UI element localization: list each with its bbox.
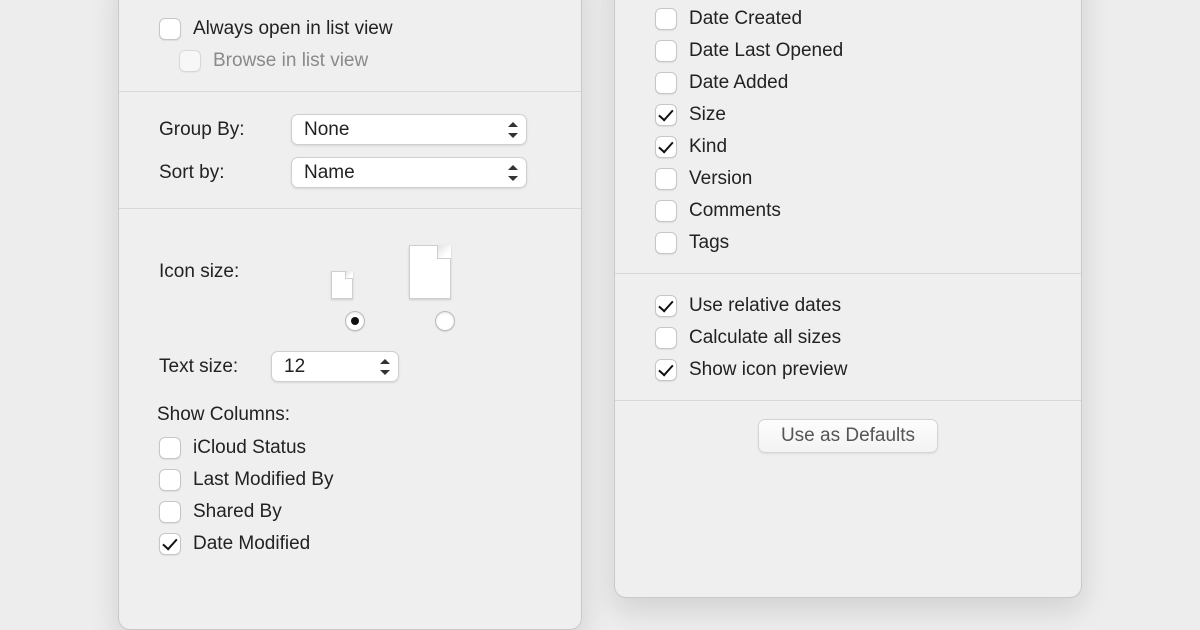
option-row-use-relative-dates: Use relative dates	[615, 290, 1081, 322]
document-icon	[409, 245, 451, 299]
group-by-label: Group By:	[159, 119, 275, 141]
column-label-version: Version	[689, 168, 752, 190]
column-checkbox-date-modified[interactable]	[159, 533, 181, 555]
browse-in-list-view-label: Browse in list view	[213, 50, 368, 72]
column-row-shared-by: Shared By	[119, 496, 581, 528]
text-size-row: Text size: 12	[119, 339, 581, 388]
icon-size-large-radio[interactable]	[435, 311, 455, 331]
view-options-panel-right: Date Created Date Last Opened Date Added Si…	[614, 0, 1082, 598]
option-label-use-relative-dates: Use relative dates	[689, 295, 841, 317]
column-label-tags: Tags	[689, 232, 729, 254]
sorting-section: Group By: None Sort by: Name	[119, 91, 581, 208]
column-label-shared-by: Shared By	[193, 501, 282, 523]
view-options-panel-left: Always open in list view Browse in list …	[118, 0, 582, 630]
column-checkbox-size[interactable]	[655, 104, 677, 126]
column-row-date-created: Date Created	[615, 3, 1081, 35]
text-size-label: Text size:	[159, 356, 255, 378]
column-checkbox-comments[interactable]	[655, 200, 677, 222]
column-checkbox-icloud-status[interactable]	[159, 437, 181, 459]
sort-by-row: Sort by: Name	[119, 151, 581, 194]
icon-size-row: Icon size:	[119, 225, 581, 299]
appearance-section: Icon size: Text size: 12 Show Columns: i…	[119, 208, 581, 574]
column-checkbox-shared-by[interactable]	[159, 501, 181, 523]
group-by-row: Group By: None	[119, 108, 581, 151]
browse-in-list-view-checkbox	[179, 50, 201, 72]
open-mode-section: Always open in list view Browse in list …	[119, 0, 581, 91]
group-by-value: None	[304, 119, 349, 141]
icon-size-label: Icon size:	[159, 261, 275, 283]
always-open-in-list-view-checkbox[interactable]	[159, 18, 181, 40]
option-checkbox-use-relative-dates[interactable]	[655, 295, 677, 317]
chevron-updown-icon	[508, 165, 518, 181]
column-row-size: Size	[615, 99, 1081, 131]
column-label-comments: Comments	[689, 200, 781, 222]
misc-options-section: Use relative dates Calculate all sizes Sho…	[615, 273, 1081, 400]
column-row-tags: Tags	[615, 227, 1081, 259]
option-row-calculate-all-sizes: Calculate all sizes	[615, 322, 1081, 354]
text-size-select[interactable]: 12	[271, 351, 399, 382]
group-by-select[interactable]: None	[291, 114, 527, 145]
use-as-defaults-button[interactable]: Use as Defaults	[758, 419, 938, 453]
column-checkbox-tags[interactable]	[655, 232, 677, 254]
sort-by-label: Sort by:	[159, 162, 275, 184]
sort-by-value: Name	[304, 162, 355, 184]
use-as-defaults-label: Use as Defaults	[781, 425, 915, 447]
column-label-icloud-status: iCloud Status	[193, 437, 306, 459]
columns-continued-section: Date Created Date Last Opened Date Added Si…	[615, 0, 1081, 273]
column-label-date-modified: Date Modified	[193, 533, 310, 555]
column-row-kind: Kind	[615, 131, 1081, 163]
column-row-date-modified: Date Modified	[119, 528, 581, 560]
icon-size-radio-row	[119, 299, 581, 339]
option-checkbox-calculate-all-sizes[interactable]	[655, 327, 677, 349]
column-checkbox-date-added[interactable]	[655, 72, 677, 94]
column-row-last-modified-by: Last Modified By	[119, 464, 581, 496]
column-label-date-last-opened: Date Last Opened	[689, 40, 843, 62]
always-open-in-list-view-label: Always open in list view	[193, 18, 393, 40]
always-open-in-list-view-row: Always open in list view	[119, 13, 581, 45]
browse-in-list-view-row: Browse in list view	[119, 45, 581, 77]
chevron-updown-icon	[508, 122, 518, 138]
column-checkbox-last-modified-by[interactable]	[159, 469, 181, 491]
option-label-calculate-all-sizes: Calculate all sizes	[689, 327, 841, 349]
show-columns-heading: Show Columns:	[119, 388, 581, 432]
sort-by-select[interactable]: Name	[291, 157, 527, 188]
column-checkbox-kind[interactable]	[655, 136, 677, 158]
option-label-show-icon-preview: Show icon preview	[689, 359, 847, 381]
option-checkbox-show-icon-preview[interactable]	[655, 359, 677, 381]
column-label-size: Size	[689, 104, 726, 126]
column-label-kind: Kind	[689, 136, 727, 158]
column-label-date-created: Date Created	[689, 8, 802, 30]
column-checkbox-date-created[interactable]	[655, 8, 677, 30]
icon-size-small-radio[interactable]	[345, 311, 365, 331]
document-icon	[331, 271, 353, 299]
column-row-version: Version	[615, 163, 1081, 195]
column-checkbox-version[interactable]	[655, 168, 677, 190]
column-label-date-added: Date Added	[689, 72, 788, 94]
text-size-value: 12	[284, 356, 305, 378]
column-row-icloud-status: iCloud Status	[119, 432, 581, 464]
column-row-comments: Comments	[615, 195, 1081, 227]
column-row-date-added: Date Added	[615, 67, 1081, 99]
column-row-date-last-opened: Date Last Opened	[615, 35, 1081, 67]
chevron-updown-icon	[380, 359, 390, 375]
footer: Use as Defaults	[615, 400, 1081, 471]
column-label-last-modified-by: Last Modified By	[193, 469, 333, 491]
option-row-show-icon-preview: Show icon preview	[615, 354, 1081, 386]
column-checkbox-date-last-opened[interactable]	[655, 40, 677, 62]
